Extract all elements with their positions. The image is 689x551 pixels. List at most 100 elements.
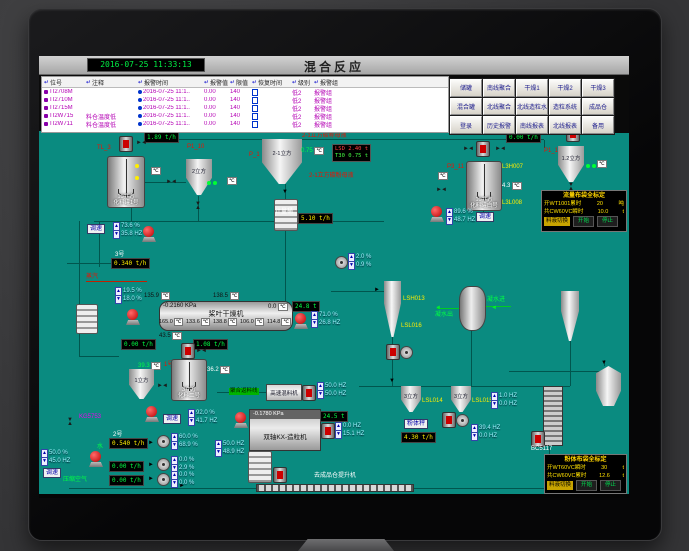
motor-icon[interactable] [321, 423, 335, 439]
down-icon[interactable]: ▼ [215, 448, 222, 457]
paddle-dryer[interactable]: -0.2160 KPa 0.0 ℃ 桨叶干燥机 [159, 301, 293, 331]
motor-icon[interactable] [386, 344, 400, 360]
valve-icon[interactable]: ►◄ [436, 187, 446, 193]
nav-button-north-report[interactable]: 北线报表 [549, 116, 581, 134]
material-switch[interactable]: 料液切换 [544, 217, 570, 226]
down-icon[interactable]: ▼ [311, 319, 318, 328]
dissolving-tank-1[interactable]: 10立方化料罐1号 [107, 156, 145, 208]
agitator-motor-icon[interactable] [181, 343, 195, 359]
valve-icon[interactable]: ▼▲ [193, 202, 203, 210]
sort-icon[interactable]: ↵ [86, 79, 91, 86]
powder-scale-button[interactable]: 粉体秤 [404, 419, 428, 429]
fan-icon[interactable] [157, 458, 170, 471]
nav-button-dryer-3[interactable]: 干燥3 [582, 79, 614, 97]
alarm-row[interactable]: TI2710M 2016-07-25 11:1.. 0.00 140 低2 报警… [42, 96, 448, 104]
nav-button-south-polymer[interactable]: 南线聚合 [483, 79, 515, 97]
start-button[interactable]: 开始 [573, 216, 594, 227]
down-icon[interactable]: ▼ [188, 417, 195, 426]
down-icon[interactable]: ▼ [348, 261, 355, 270]
fan-icon[interactable] [157, 435, 170, 448]
hz-value: 50.0 HZ [325, 383, 346, 389]
motor-icon[interactable] [302, 385, 316, 401]
dissolving-tank-2[interactable]: 3立方化料二号 [171, 359, 207, 401]
speed-button[interactable]: 调速 [163, 414, 181, 424]
pump-icon[interactable] [145, 406, 159, 422]
down-icon[interactable]: ▼ [471, 432, 478, 441]
nav-button-login[interactable]: 登录 [450, 116, 482, 134]
speed-button[interactable]: 调速 [43, 468, 61, 478]
motor-icon[interactable] [531, 431, 545, 447]
valve-icon[interactable]: ►◄ [463, 146, 473, 152]
down-icon[interactable]: ▼ [317, 390, 324, 399]
sort-icon[interactable]: ↵ [230, 79, 235, 86]
nav-button-north-granulation-water[interactable]: 北线造粒水 [516, 98, 548, 116]
high-speed-mixer[interactable]: 高速混料机 [266, 384, 302, 401]
speed-button[interactable]: 调速 [87, 224, 105, 234]
nav-button-north-polymer[interactable]: 北线聚合 [483, 98, 515, 116]
page-title: 混合反应 [39, 58, 629, 75]
nav-button-mixing-tank[interactable]: 混合罐 [450, 98, 482, 116]
valve-icon[interactable]: ►◄ [157, 383, 167, 389]
pipe [570, 341, 571, 386]
nav-button-product-silo[interactable]: 成品仓 [582, 98, 614, 116]
fan-icon[interactable] [400, 346, 413, 359]
nav-button-granulation-system[interactable]: 造粒系统 [549, 98, 581, 116]
nav-button-spare[interactable]: 备用 [582, 116, 614, 134]
valve-icon[interactable]: ►◄ [166, 179, 176, 185]
hz-value: 0.0 HZ [479, 433, 500, 439]
down-icon[interactable]: ▼ [335, 430, 342, 439]
sort-icon[interactable]: ↵ [44, 79, 49, 86]
dissolving-tank-white[interactable]: 10立方化料罐白号 [466, 161, 502, 211]
alarm-row[interactable]: TI2708M 2016-07-25 11:1.. 0.00 140 低2 报警… [42, 88, 448, 96]
pump-icon[interactable] [234, 412, 248, 428]
pump-icon[interactable] [89, 451, 103, 467]
down-icon[interactable]: ▼ [41, 457, 48, 466]
twin-shaft-granulator[interactable]: -0.1780 KPa 双轴KX-造粒机 [249, 409, 321, 451]
valve-icon[interactable]: ►◄ [196, 348, 206, 354]
fan-icon[interactable] [335, 256, 348, 269]
nav-button-alarm-history[interactable]: 历史报警 [483, 116, 515, 134]
speed-button[interactable]: 调速 [476, 212, 494, 222]
nav-button-dryer-1[interactable]: 干燥1 [516, 79, 548, 97]
condenser[interactable] [459, 286, 486, 331]
sort-icon[interactable]: ↵ [204, 79, 209, 86]
pump-icon[interactable] [294, 313, 308, 329]
sort-icon[interactable]: ↵ [252, 79, 257, 86]
nav-button-south-report[interactable]: 南线报表 [516, 116, 548, 134]
pump-icon[interactable] [126, 309, 140, 325]
pct-value: 73.6 % [121, 223, 142, 229]
agitator-motor-icon[interactable] [119, 136, 133, 152]
motor-icon[interactable] [273, 467, 287, 483]
hz-value: 45.0 HZ [49, 458, 70, 464]
pump-icon[interactable] [142, 226, 156, 242]
sort-icon[interactable]: ↵ [138, 79, 143, 86]
sort-icon[interactable]: ↵ [314, 79, 319, 86]
material-switch[interactable]: 料液切换 [547, 481, 573, 490]
nav-button-storage-tank[interactable]: 储罐 [450, 79, 482, 97]
down-icon[interactable]: ▼ [491, 400, 498, 409]
alarm-row[interactable]: TI2W711 料仓温度低 2016-07-25 11:1.. 0.00 140… [42, 120, 448, 128]
start-button[interactable]: 开始 [576, 480, 597, 491]
valve-icon[interactable]: ▼▲ [65, 418, 75, 426]
level-high-label: LSH013 [403, 296, 425, 303]
sort-icon[interactable]: ↵ [292, 79, 297, 86]
stop-button[interactable]: 停止 [597, 216, 618, 227]
bucket-elevator[interactable] [543, 386, 563, 446]
temp-value: 0.75 ℃ [301, 147, 324, 155]
pump-icon[interactable] [430, 206, 444, 222]
stop-button[interactable]: 停止 [600, 480, 621, 491]
down-icon[interactable]: ▼ [113, 230, 120, 239]
valve-icon[interactable]: ►◄ [495, 146, 505, 152]
valve-icon[interactable]: ►◄ [136, 140, 146, 146]
discharge-tank[interactable] [248, 451, 272, 483]
down-icon[interactable]: ▼ [446, 216, 453, 225]
alarm-icon [44, 98, 48, 102]
fan-icon[interactable] [456, 414, 469, 427]
nav-button-dryer-2[interactable]: 干燥2 [549, 79, 581, 97]
agitator-motor-icon[interactable] [476, 141, 490, 157]
down-icon[interactable]: ▼ [115, 295, 122, 304]
down-icon[interactable]: ▼ [171, 479, 178, 488]
motor-icon[interactable] [442, 412, 456, 428]
fan-icon[interactable] [157, 473, 170, 486]
down-icon[interactable]: ▼ [171, 441, 178, 450]
